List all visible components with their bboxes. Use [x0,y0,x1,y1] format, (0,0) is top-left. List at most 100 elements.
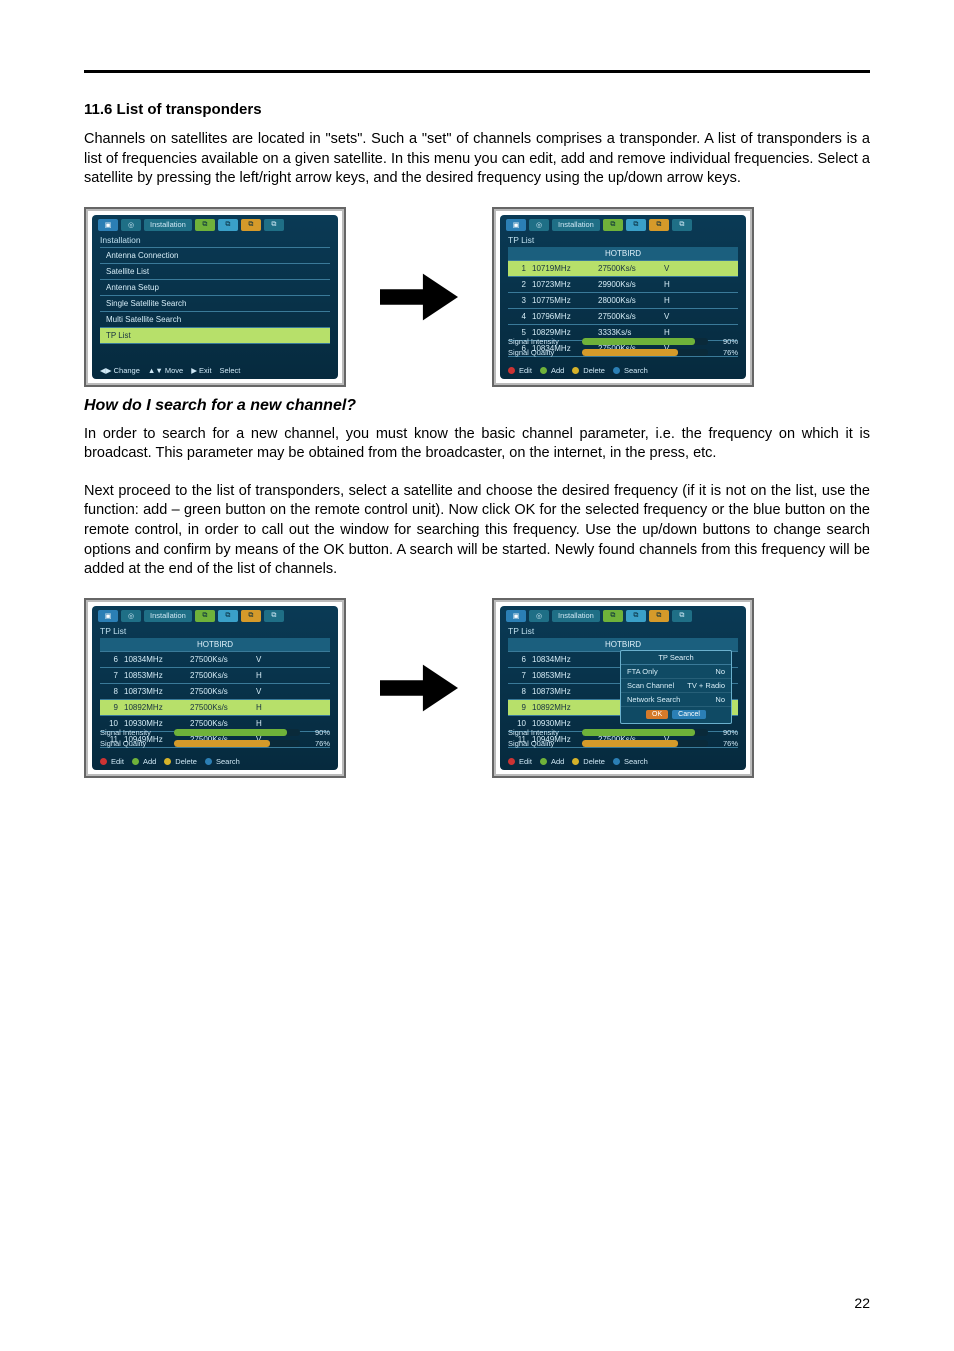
topbar-icon: ⧉ [264,219,284,231]
footer-action-add[interactable]: Add [540,366,564,375]
signal-intensity-label: Signal Intensity [508,337,578,346]
satellite-name: HOTBIRD [508,638,738,651]
footer-action-delete[interactable]: Delete [572,757,605,766]
tv-screen: ▣ ◎ Installation ⧉ ⧉ ⧉ ⧉ TP List HOTBIRD… [500,215,746,379]
signal-intensity-value: 90% [712,728,738,737]
footer-action-search[interactable]: Search [205,757,240,766]
topbar-icon: ⧉ [672,610,692,622]
figure-row-2: ▣ ◎ Installation ⧉ ⧉ ⧉ ⧉ TP List HOTBIRD… [84,598,870,778]
menu-item[interactable]: TP List [100,328,330,344]
topbar-icon: ⧉ [218,219,238,231]
topbar-icon: ◎ [529,610,549,622]
footer-action-add[interactable]: Add [540,757,564,766]
paragraph-1: Channels on satellites are located in "s… [84,130,870,189]
topbar-title: Installation [552,610,600,622]
popup-option[interactable]: Scan ChannelTV + Radio [621,679,731,693]
top-rule [84,70,870,73]
tv-screen: ▣ ◎ Installation ⧉ ⧉ ⧉ ⧉ TP List HOTBIRD… [92,606,338,770]
menu-item[interactable]: Satellite List [100,264,330,280]
topbar-icon: ⧉ [603,610,623,622]
menu-item[interactable]: Single Satellite Search [100,296,330,312]
topbar-icon: ▣ [98,610,118,622]
tp-row[interactable]: 410796MHz27500Ks/sV [508,309,738,325]
tp-row[interactable]: 910892MHz27500Ks/sH [100,700,330,716]
topbar-icon: ⧉ [672,219,692,231]
signal-block: Signal Intensity 90% Signal Quality 76% [508,726,738,748]
topbar-icon: ◎ [529,219,549,231]
signal-block: Signal Intensity 90% Signal Quality 76% [508,335,738,357]
signal-quality-label: Signal Quality [508,739,578,748]
tp-row[interactable]: 210723MHz29900Ks/sH [508,277,738,293]
tp-search-popup: TP Search FTA OnlyNoScan ChannelTV + Rad… [620,650,732,724]
popup-option[interactable]: FTA OnlyNo [621,665,731,679]
footer-action-search[interactable]: Search [613,366,648,375]
signal-quality-label: Signal Quality [508,348,578,357]
topbar-title: Installation [144,610,192,622]
screenshot-tp-list-a: ▣ ◎ Installation ⧉ ⧉ ⧉ ⧉ TP List HOTBIRD… [492,207,754,387]
topbar-icon: ⧉ [649,610,669,622]
footer-action-edit[interactable]: Edit [508,366,532,375]
screenshot-tp-search-popup: ▣ ◎ Installation ⧉ ⧉ ⧉ ⧉ TP List HOTBIRD… [492,598,754,778]
footer-action-edit[interactable]: Edit [100,757,124,766]
signal-block: Signal Intensity 90% Signal Quality 76% [100,726,330,748]
topbar-icon: ⧉ [241,219,261,231]
tp-list-title: TP List [92,624,338,638]
topbar-icon: ⧉ [241,610,261,622]
footer-action-delete[interactable]: Delete [164,757,197,766]
popup-option[interactable]: Network SearchNo [621,693,731,707]
footer-hint: Select [220,366,241,375]
menu-item[interactable]: Antenna Setup [100,280,330,296]
footer-action-add[interactable]: Add [132,757,156,766]
topbar-title: Installation [144,219,192,231]
signal-intensity-value: 90% [304,728,330,737]
menu-item[interactable]: Multi Satellite Search [100,312,330,328]
topbar-icon: ⧉ [264,610,284,622]
tp-list-title: TP List [500,624,746,638]
topbar-icon: ⧉ [649,219,669,231]
topbar-icon: ⧉ [603,219,623,231]
signal-intensity-label: Signal Intensity [100,728,170,737]
topbar-icon: ⧉ [218,610,238,622]
footer-action-search[interactable]: Search [613,757,648,766]
tv-screen: ▣ ◎ Installation ⧉ ⧉ ⧉ ⧉ TP List HOTBIRD… [500,606,746,770]
topbar-icon: ⧉ [626,610,646,622]
topbar-icon: ⧉ [195,219,215,231]
sub-heading: How do I search for a new channel? [84,397,870,415]
popup-title: TP Search [621,651,731,665]
footer-action-edit[interactable]: Edit [508,757,532,766]
popup-ok-button[interactable]: OK [646,710,668,719]
topbar-title: Installation [552,219,600,231]
topbar-icon: ▣ [98,219,118,231]
tp-list-title: TP List [500,233,746,247]
tp-row[interactable]: 610834MHz27500Ks/sV [100,652,330,668]
signal-quality-label: Signal Quality [100,739,170,748]
signal-intensity-label: Signal Intensity [508,728,578,737]
page: 11.6 List of transponders Channels on sa… [0,0,954,1351]
screenshot-tp-list-b: ▣ ◎ Installation ⧉ ⧉ ⧉ ⧉ TP List HOTBIRD… [84,598,346,778]
popup-cancel-button[interactable]: Cancel [672,710,706,719]
tp-row[interactable]: 810873MHz27500Ks/sV [100,684,330,700]
footer-action-delete[interactable]: Delete [572,366,605,375]
paragraph-3: Next proceed to the list of transponders… [84,482,870,580]
arrow-icon [364,267,474,327]
footer-hint: ▶ Exit [191,366,211,375]
page-number: 22 [854,1295,870,1311]
tv-screen: ▣ ◎ Installation ⧉ ⧉ ⧉ ⧉ Installation An… [92,215,338,379]
arrow-icon [364,658,474,718]
tp-row[interactable]: 110719MHz27500Ks/sV [508,261,738,277]
figure-row-1: ▣ ◎ Installation ⧉ ⧉ ⧉ ⧉ Installation An… [84,207,870,387]
satellite-name: HOTBIRD [508,247,738,260]
footer-hint: ▲▼ Move [148,366,183,375]
tp-row[interactable]: 710853MHz27500Ks/sH [100,668,330,684]
paragraph-2: In order to search for a new channel, yo… [84,425,870,464]
menu-item[interactable]: Antenna Connection [100,248,330,264]
topbar-icon: ▣ [506,219,526,231]
menu-section: Installation [92,233,338,247]
tp-row[interactable]: 310775MHz28000Ks/sH [508,293,738,309]
satellite-name: HOTBIRD [100,638,330,651]
topbar-icon: ▣ [506,610,526,622]
screenshot-installation-menu: ▣ ◎ Installation ⧉ ⧉ ⧉ ⧉ Installation An… [84,207,346,387]
topbar-icon: ◎ [121,219,141,231]
topbar-icon: ◎ [121,610,141,622]
signal-quality-value: 76% [712,348,738,357]
